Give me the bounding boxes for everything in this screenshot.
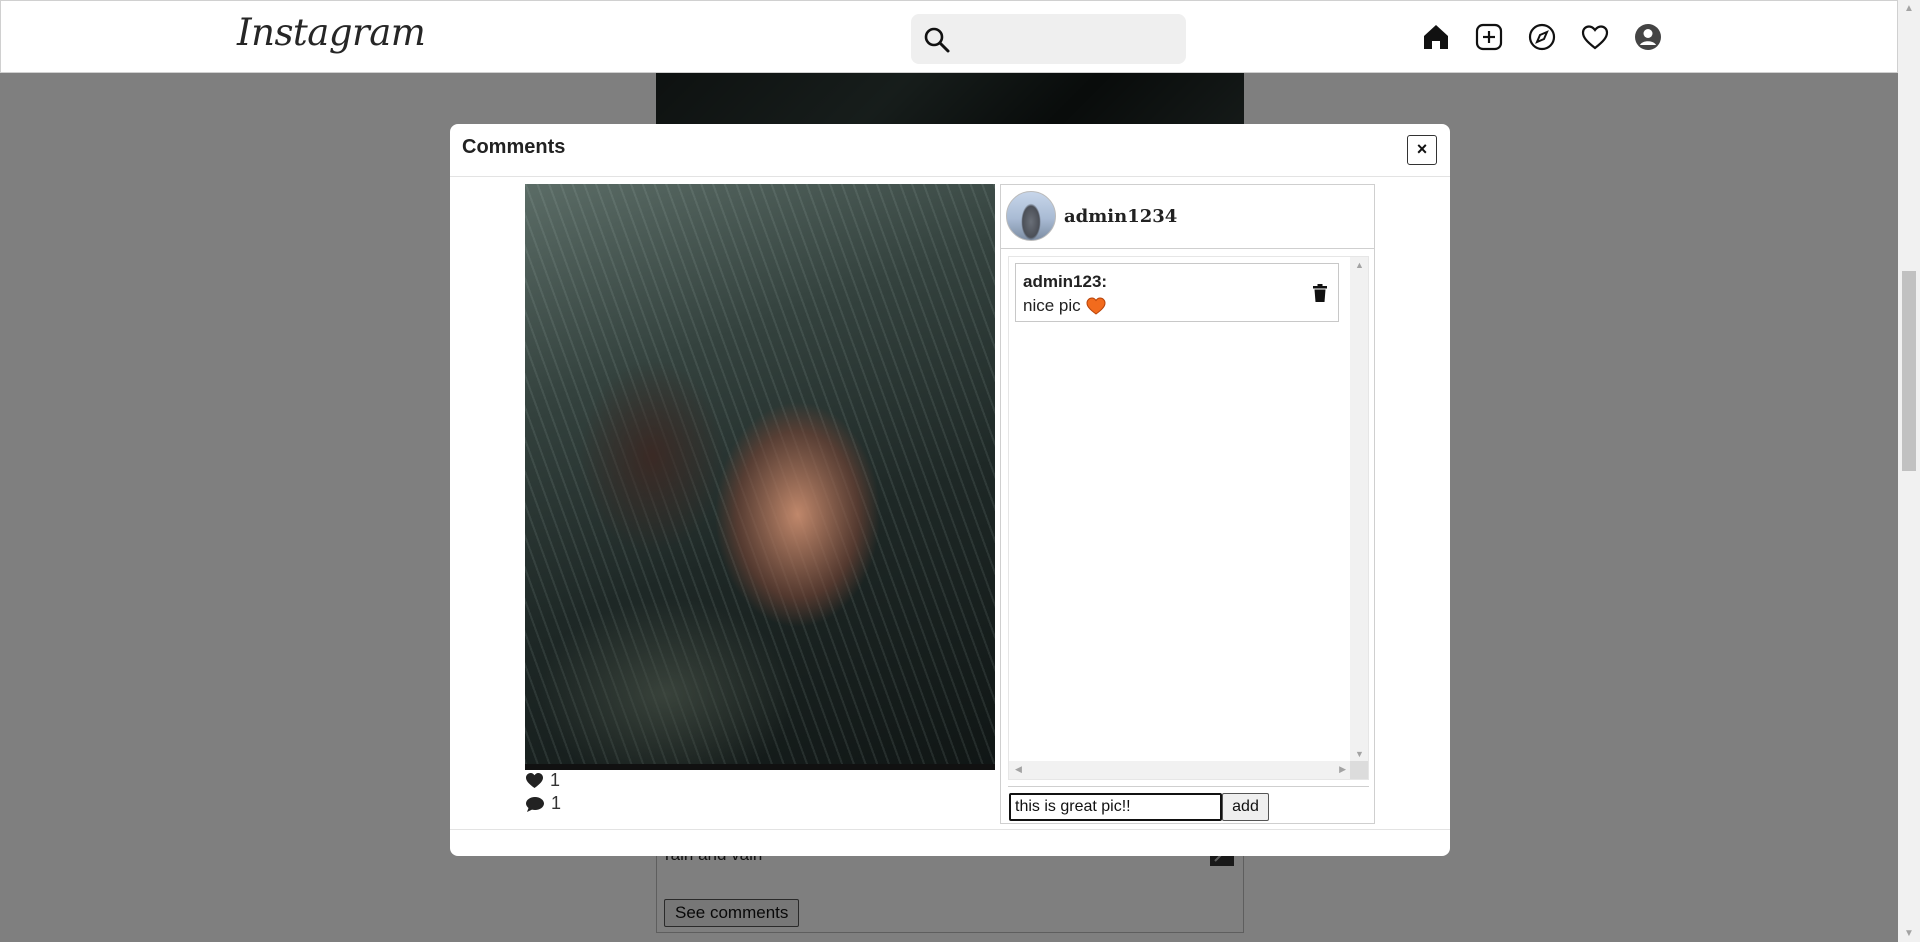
comment-text: nice pic <box>1023 296 1081 315</box>
modal-title: Comments <box>462 136 566 158</box>
top-navbar: Instagram <box>0 0 1898 73</box>
comment-author: admin123: <box>1023 272 1108 291</box>
heart-icon[interactable] <box>1577 19 1613 55</box>
modal-footer-divider <box>450 829 1450 830</box>
scrollbar-corner <box>1350 761 1368 779</box>
post-photo <box>525 184 995 770</box>
explore-icon[interactable] <box>1524 19 1560 55</box>
post-author-username[interactable]: admin1234 <box>1064 206 1177 227</box>
nav-icon-group <box>1418 19 1666 55</box>
comment-bubble-icon[interactable] <box>525 795 545 813</box>
search-bar[interactable] <box>911 14 1186 64</box>
comment-text-row: nice pic <box>1023 296 1106 316</box>
comments-horizontal-scrollbar[interactable]: ◀ ▶ <box>1009 761 1352 779</box>
likes-count: 1 <box>550 770 561 790</box>
comments-list: admin123: nice pic ▲ ▼ ◀ ▶ <box>1008 256 1369 780</box>
add-comment-button[interactable]: add <box>1222 793 1269 821</box>
comments-count: 1 <box>551 793 562 813</box>
comments-vertical-scrollbar[interactable]: ▲ ▼ <box>1350 257 1368 762</box>
likes-stat: 1 <box>525 770 560 791</box>
search-icon <box>924 27 950 53</box>
scroll-down-arrow-icon[interactable]: ▼ <box>1355 749 1364 759</box>
comments-panel: admin1234 admin123: nice pic ▲ ▼ ◀ ▶ thi… <box>1000 184 1375 824</box>
trash-icon[interactable] <box>1313 284 1327 307</box>
page-scrollbar-thumb[interactable] <box>1902 271 1916 471</box>
heart-filled-icon[interactable] <box>525 772 544 789</box>
comments-modal: Comments × 1 1 admin1234 admin123: nice … <box>450 124 1450 856</box>
orange-heart-icon <box>1086 297 1106 315</box>
modal-header: Comments × <box>450 124 1450 177</box>
comment-input[interactable] <box>1009 793 1222 821</box>
list-item: admin123: nice pic <box>1015 263 1339 322</box>
comment-form-divider <box>1008 786 1369 787</box>
close-button[interactable]: × <box>1407 135 1437 165</box>
profile-icon[interactable] <box>1630 19 1666 55</box>
scroll-right-arrow-icon[interactable]: ▶ <box>1339 764 1346 775</box>
comments-stat: 1 <box>525 793 561 814</box>
scroll-left-arrow-icon[interactable]: ◀ <box>1015 764 1022 775</box>
post-author-header: admin1234 <box>1001 185 1374 249</box>
scroll-up-arrow-icon[interactable]: ▲ <box>1355 260 1364 270</box>
home-icon[interactable] <box>1418 19 1454 55</box>
scroll-up-arrow-icon[interactable]: ▲ <box>1904 3 1914 14</box>
add-post-icon[interactable] <box>1471 19 1507 55</box>
page-scrollbar[interactable]: ▲ ▼ <box>1898 0 1920 942</box>
instagram-logo[interactable]: Instagram <box>237 11 426 54</box>
scroll-down-arrow-icon[interactable]: ▼ <box>1904 928 1914 939</box>
avatar[interactable] <box>1006 191 1056 241</box>
